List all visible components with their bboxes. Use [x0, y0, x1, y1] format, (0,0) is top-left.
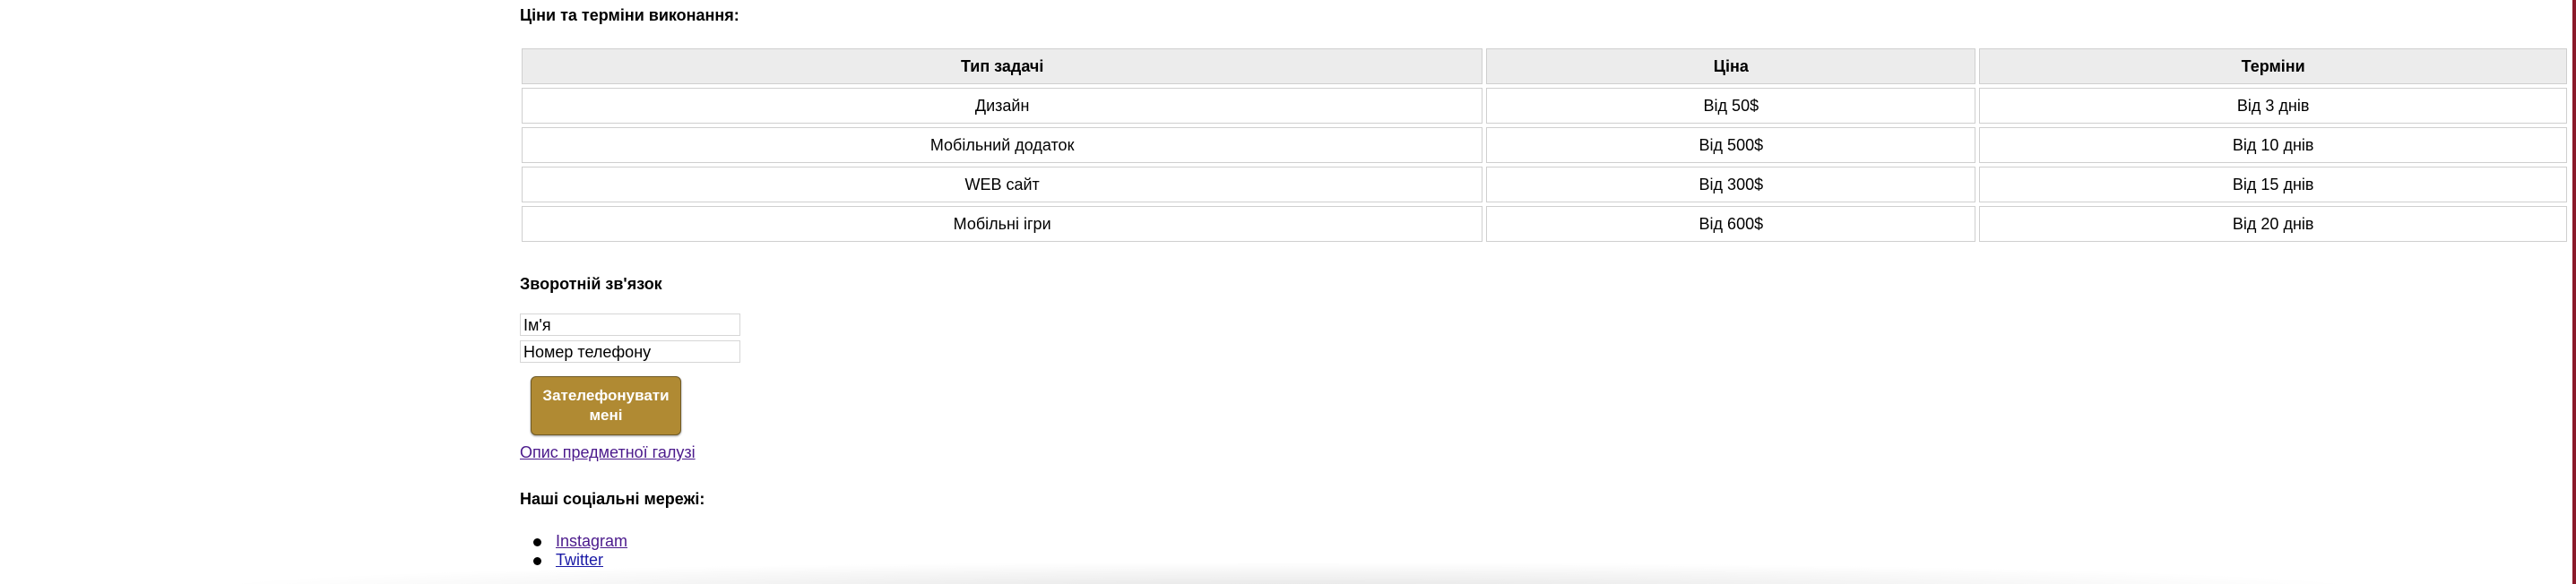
- column-header-price: Ціна: [1486, 48, 1976, 84]
- list-item: Instagram: [520, 532, 627, 551]
- prices-heading: Ціни та терміни виконання:: [520, 6, 739, 24]
- cell-terms: Від 20 днів: [1979, 206, 2567, 242]
- window-edge: [2572, 0, 2576, 584]
- bullet-icon: [533, 557, 541, 565]
- cell-price: Від 500$: [1486, 127, 1976, 163]
- cell-task-type: WEB сайт: [522, 167, 1483, 202]
- cell-task-type: Мобільний додаток: [522, 127, 1483, 163]
- call-me-button-label: Зателефонувати мені: [542, 387, 670, 424]
- table-header-row: Тип задачі Ціна Терміни: [522, 48, 2567, 84]
- cell-task-type: Мобільні ігри: [522, 206, 1483, 242]
- bottom-shadow: [0, 557, 2576, 584]
- cell-task-type: Дизайн: [522, 88, 1483, 124]
- cell-terms: Від 15 днів: [1979, 167, 2567, 202]
- list-item: Twitter: [520, 551, 627, 570]
- name-input[interactable]: Ім'я: [520, 313, 740, 336]
- table-row: WEB сайт Від 300$ Від 15 днів: [522, 167, 2567, 202]
- feedback-heading: Зворотній зв'язок: [520, 275, 662, 293]
- cell-price: Від 300$: [1486, 167, 1976, 202]
- column-header-task-type: Тип задачі: [522, 48, 1483, 84]
- social-heading: Наші соціальні мережі:: [520, 490, 705, 508]
- table-row: Дизайн Від 50$ Від 3 днів: [522, 88, 2567, 124]
- column-header-terms: Терміни: [1979, 48, 2567, 84]
- phone-input[interactable]: Номер телефону: [520, 340, 740, 363]
- twitter-link[interactable]: Twitter: [556, 551, 603, 569]
- cell-terms: Від 10 днів: [1979, 127, 2567, 163]
- cell-price: Від 50$: [1486, 88, 1976, 124]
- cell-price: Від 600$: [1486, 206, 1976, 242]
- domain-description-link[interactable]: Опис предметної галузі: [520, 443, 696, 462]
- page: Ціни та терміни виконання: Тип задачі Ці…: [0, 0, 2576, 584]
- table-row: Мобільні ігри Від 600$ Від 20 днів: [522, 206, 2567, 242]
- cell-terms: Від 3 днів: [1979, 88, 2567, 124]
- bullet-icon: [533, 538, 541, 546]
- prices-table: Тип задачі Ціна Терміни Дизайн Від 50$ В…: [518, 45, 2571, 245]
- table-row: Мобільний додаток Від 500$ Від 10 днів: [522, 127, 2567, 163]
- instagram-link[interactable]: Instagram: [556, 532, 627, 550]
- social-links-list: Instagram Twitter: [520, 532, 627, 570]
- call-me-button[interactable]: Зателефонувати мені: [531, 376, 681, 435]
